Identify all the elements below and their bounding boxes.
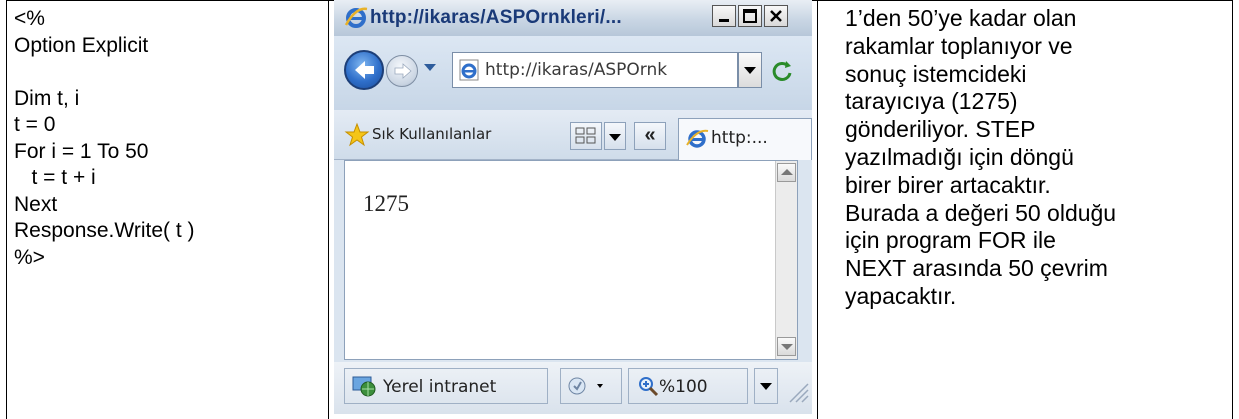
window-title: http://ikaras/ASPOrnkleri/... [370, 7, 622, 28]
page-content: 1275 [344, 160, 798, 360]
browser-tab[interactable]: http:... [678, 118, 812, 160]
explanation-line: yazılmadığı için döngü [845, 143, 1074, 170]
status-bar: Yerel intranet %100 [334, 362, 812, 414]
explanation-line: gönderiliyor. STEP [845, 116, 1036, 143]
explanation-line: NEXT arasında 50 çevrim [845, 255, 1108, 282]
forward-arrow-icon [394, 63, 412, 79]
resize-grip-icon[interactable] [784, 374, 810, 404]
forward-button[interactable] [386, 55, 418, 87]
favorites-star-icon[interactable] [344, 122, 370, 148]
explanation-line: için program FOR ile [845, 227, 1056, 254]
tab-scroll-left-button[interactable]: « [634, 122, 666, 150]
code-line: Response.Write( t ) [14, 219, 195, 242]
explanation-line: 1’den 50’ye kadar olan [845, 5, 1077, 31]
back-arrow-icon [355, 61, 374, 79]
explanation-text: 1’den 50’ye kadar olan rakamlar toplanıy… [845, 5, 1230, 311]
title-bar[interactable]: http://ikaras/ASPOrnkleri/... [334, 0, 812, 36]
code-line: t = 0 [14, 113, 56, 136]
minimize-icon [719, 19, 729, 22]
intranet-globe-icon [352, 376, 376, 397]
code-line: Next [14, 192, 58, 216]
explanation-line: birer birer artacaktır. [845, 171, 1051, 198]
address-text: http://ikaras/ASPOrnk [485, 60, 668, 80]
zone-label: Yerel intranet [383, 377, 497, 397]
code-line: %> [14, 245, 45, 269]
favorites-label[interactable]: Sık Kullanılanlar [372, 125, 491, 143]
zoom-icon [639, 377, 659, 397]
address-dropdown-button[interactable] [738, 52, 762, 88]
explanation-line: tarayıcıya (1275) [845, 88, 1018, 115]
protected-mode-button[interactable] [560, 368, 622, 404]
quick-tabs-button[interactable] [570, 122, 602, 150]
tab-list-dropdown[interactable] [604, 122, 626, 150]
explanation-line: sonuç istemcideki [845, 60, 1027, 87]
close-button[interactable] [764, 5, 788, 27]
vertical-scrollbar[interactable] [775, 161, 797, 359]
close-icon [770, 10, 782, 22]
code-line: Option Explicit [14, 33, 149, 57]
security-zone[interactable]: Yerel intranet [344, 368, 548, 404]
code-line: Dim t, i [14, 86, 80, 110]
scroll-down-button[interactable] [777, 337, 796, 356]
table-left-border [6, 0, 7, 419]
back-button[interactable] [344, 50, 384, 90]
address-bar[interactable]: http://ikaras/ASPOrnk [452, 52, 738, 88]
scroll-up-button[interactable] [777, 163, 796, 182]
browser-window: http://ikaras/ASPOrnkleri/... http://ika… [334, 0, 812, 414]
table-right-border [1232, 0, 1233, 419]
table-divider-right [817, 0, 818, 419]
table-divider-left [328, 0, 329, 419]
recent-pages-dropdown[interactable] [424, 64, 436, 71]
maximize-button[interactable] [738, 5, 762, 27]
ie-logo-icon [344, 7, 368, 28]
ie-tab-icon [686, 129, 709, 148]
favorites-bar: Sık Kullanılanlar « http:... [334, 110, 812, 160]
quick-tabs-icon [575, 127, 596, 144]
code-line: t = t + i [14, 166, 96, 189]
code-line: <% [14, 7, 45, 30]
refresh-icon[interactable] [768, 56, 798, 86]
tab-label: http:... [711, 128, 768, 148]
explanation-line: yapacaktır. [845, 282, 957, 309]
asp-code-block: <% Option Explicit Dim t, i t = 0 For i … [14, 6, 195, 271]
protected-mode-icon [568, 377, 603, 395]
explanation-line: Burada a değeri 50 olduğu [845, 199, 1117, 226]
minimize-button[interactable] [712, 5, 736, 27]
page-output: 1275 [363, 191, 409, 216]
maximize-icon [743, 9, 757, 23]
zoom-control[interactable]: %100 [628, 368, 748, 404]
zoom-dropdown[interactable] [754, 368, 778, 404]
code-line: For i = 1 To 50 [14, 139, 149, 163]
page-icon [459, 59, 479, 81]
explanation-line: rakamlar toplanıyor ve [845, 32, 1073, 59]
zoom-level: %100 [659, 377, 708, 397]
